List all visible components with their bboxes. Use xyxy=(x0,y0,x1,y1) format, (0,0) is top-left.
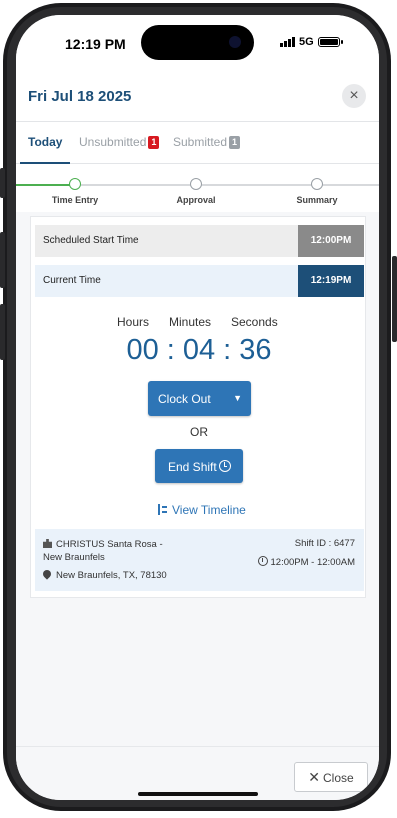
location-info: New Braunfels, TX, 78130 xyxy=(41,568,167,581)
network-label: 5G xyxy=(299,36,314,48)
count-badge: 1 xyxy=(229,136,241,149)
shift-time: 12:00PM - 12:00AM xyxy=(270,557,356,568)
time-entry-card: Scheduled Start Time 12:00PM Current Tim… xyxy=(30,216,366,598)
map-pin-icon xyxy=(41,568,53,580)
signal-icon xyxy=(280,37,295,47)
scheduled-start-row: Scheduled Start Time 12:00PM xyxy=(35,225,364,257)
count-badge: 1 xyxy=(148,136,160,149)
timeline-icon xyxy=(158,504,167,515)
modal-header: Fri Jul 18 2025 × xyxy=(16,69,379,122)
tab-label: Today xyxy=(28,135,63,149)
clock-out-button[interactable]: Clock Out ▼ xyxy=(148,381,251,416)
status-bar: 12:19 PM 5G xyxy=(16,15,379,69)
status-time: 12:19 PM xyxy=(65,36,126,52)
close-label: Close xyxy=(323,771,354,785)
current-time-label: Current Time xyxy=(43,275,101,286)
tab-label: Unsubmitted xyxy=(79,135,147,149)
app-screen: 12:19 PM 5G Fri Jul 18 2025 × Today Unsu… xyxy=(16,15,379,800)
dynamic-island xyxy=(141,25,254,60)
step-label-time-entry: Time Entry xyxy=(51,195,99,205)
step-dot-time-entry xyxy=(69,178,81,190)
progress-stepper: Time Entry Approval Summary xyxy=(16,164,379,212)
step-label-summary: Summary xyxy=(296,195,338,205)
minutes-heading: Minutes xyxy=(169,315,212,329)
end-shift-label: End Shift xyxy=(168,460,217,474)
volume-up-button xyxy=(0,232,5,288)
hours-heading: Hours xyxy=(117,315,150,329)
date-title: Fri Jul 18 2025 xyxy=(28,88,132,105)
or-separator: OR xyxy=(190,425,208,439)
step-label-approval: Approval xyxy=(176,195,216,205)
location-text: New Braunfels, TX, 78130 xyxy=(56,570,167,581)
tab-label: Submitted xyxy=(173,135,228,149)
scheduled-start-value: 12:00PM xyxy=(298,225,364,257)
seconds-heading: Seconds xyxy=(231,315,278,329)
current-time-row: Current Time 12:19PM xyxy=(35,265,364,297)
current-time-value: 12:19PM xyxy=(298,265,364,297)
view-timeline-link[interactable]: View Timeline xyxy=(158,503,246,517)
timer-headings: Hours Minutes Seconds xyxy=(31,315,367,329)
facility-info: CHRISTUS Santa Rosa - New Braunfels xyxy=(43,538,183,564)
clock-out-label: Clock Out xyxy=(158,392,211,406)
tab-unsubmitted[interactable]: Unsubmitted 1 xyxy=(79,135,160,149)
step-dot-approval xyxy=(190,178,202,190)
clock-icon xyxy=(257,556,268,566)
close-icon: ✕ xyxy=(308,769,321,785)
tab-bar: Today Unsubmitted 1 Submitted 1 xyxy=(16,122,379,164)
caret-down-icon[interactable]: ▼ xyxy=(233,393,242,403)
clock-icon xyxy=(219,460,231,472)
close-icon[interactable]: × xyxy=(342,84,366,108)
step-line-pending xyxy=(77,184,379,186)
battery-icon xyxy=(317,37,343,47)
step-dot-summary xyxy=(311,178,323,190)
home-indicator[interactable] xyxy=(138,792,258,796)
tab-today[interactable]: Today xyxy=(28,135,62,149)
building-icon xyxy=(43,539,52,548)
shift-info-panel: CHRISTUS Santa Rosa - New Braunfels New … xyxy=(35,529,364,591)
end-shift-button[interactable]: End Shift xyxy=(155,449,243,483)
shift-time-info: 12:00PM - 12:00AM xyxy=(257,556,356,568)
shift-id: Shift ID : 6477 xyxy=(294,538,355,549)
tab-submitted[interactable]: Submitted 1 xyxy=(173,135,241,149)
facility-name: CHRISTUS Santa Rosa - New Braunfels xyxy=(43,539,163,563)
volume-down-button xyxy=(0,304,5,360)
close-button[interactable]: ✕ Close xyxy=(294,762,368,792)
scheduled-start-label: Scheduled Start Time xyxy=(43,235,139,246)
action-button xyxy=(0,168,5,198)
power-button xyxy=(392,256,397,342)
view-timeline-label: View Timeline xyxy=(172,503,246,517)
status-indicators: 5G xyxy=(280,36,343,48)
camera-icon xyxy=(229,36,241,48)
elapsed-timer: 00 : 04 : 36 xyxy=(126,334,272,366)
step-line-complete xyxy=(16,184,71,186)
